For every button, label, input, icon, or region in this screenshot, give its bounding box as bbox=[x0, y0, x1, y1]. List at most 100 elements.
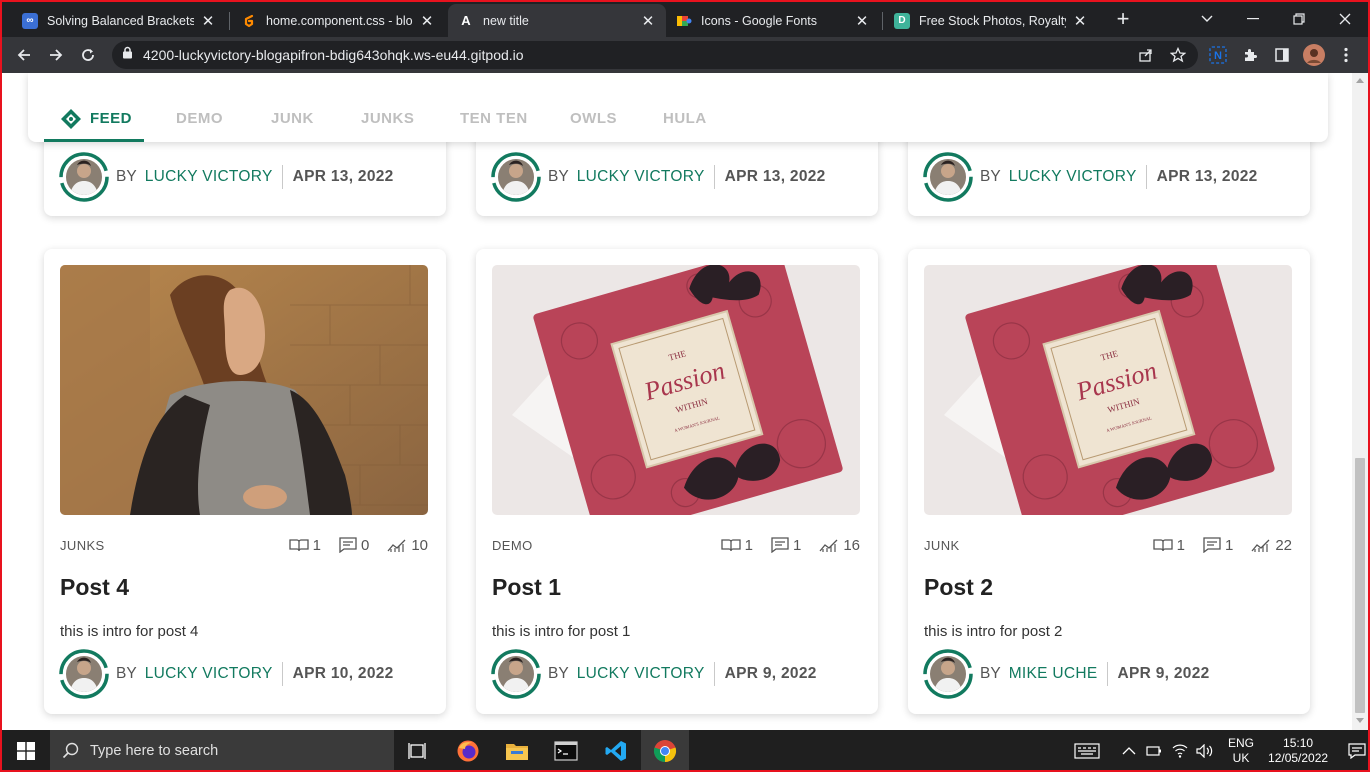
tab-ten-ten[interactable]: TEN TEN bbox=[460, 102, 528, 142]
vscode-icon[interactable] bbox=[592, 730, 640, 772]
clock-time: 15:10 bbox=[1283, 736, 1314, 750]
language-indicator[interactable]: ENG UK bbox=[1228, 736, 1254, 766]
post-image[interactable]: THE Passion WITHIN A WOMAN'S JOURNAL bbox=[492, 265, 860, 515]
browser-tab-active[interactable]: A new title ✕ bbox=[448, 4, 666, 37]
views-count: 10 bbox=[411, 536, 428, 554]
tab-junks[interactable]: JUNKS bbox=[361, 102, 414, 142]
author-avatar bbox=[490, 648, 542, 700]
author-name[interactable]: MIKE UCHE bbox=[1009, 665, 1098, 683]
post-title[interactable]: Post 2 bbox=[924, 574, 993, 601]
post-category[interactable]: DEMO bbox=[492, 538, 703, 553]
author-name[interactable]: LUCKY VICTORY bbox=[145, 665, 273, 683]
file-explorer-icon[interactable] bbox=[493, 730, 541, 772]
scrollbar-thumb[interactable] bbox=[1355, 458, 1365, 713]
scroll-up-arrow-icon[interactable] bbox=[1356, 78, 1364, 83]
author-name[interactable]: LUCKY VICTORY bbox=[577, 665, 705, 683]
journal-photo: THEPassionWITHINA WOMAN'S JOURNAL bbox=[924, 265, 1292, 515]
minimize-button[interactable] bbox=[1230, 0, 1276, 37]
woman-photo bbox=[60, 265, 428, 515]
post-category[interactable]: JUNK bbox=[924, 538, 1135, 553]
post-intro: this is intro for post 2 bbox=[924, 623, 1063, 640]
url-text: 4200-luckyvictory-blogapifron-bdig643ohq… bbox=[143, 47, 524, 63]
share-icon[interactable] bbox=[1134, 43, 1158, 67]
tab-label: DEMO bbox=[176, 110, 223, 127]
reload-icon[interactable] bbox=[74, 41, 102, 69]
author-avatar bbox=[490, 151, 542, 203]
search-icon bbox=[62, 742, 79, 759]
reads-count: 1 bbox=[744, 536, 753, 554]
new-tab-button[interactable]: + bbox=[1112, 6, 1134, 32]
infinity-icon: ∞ bbox=[22, 12, 38, 29]
pexels-icon: D bbox=[894, 12, 910, 29]
clock[interactable]: 15:10 12/05/2022 bbox=[1268, 736, 1328, 766]
notifications-icon[interactable] bbox=[1348, 743, 1366, 759]
tab-label: OWLS bbox=[570, 110, 617, 127]
by-label: BY bbox=[116, 168, 137, 185]
windows-taskbar: Type here to search ENG UK 15:10 12/05/2… bbox=[0, 730, 1370, 772]
battery-icon[interactable] bbox=[1146, 745, 1162, 757]
extension-n-icon[interactable]: N bbox=[1206, 43, 1230, 67]
author-name[interactable]: LUCKY VICTORY bbox=[577, 168, 705, 186]
author-name[interactable]: LUCKY VICTORY bbox=[145, 168, 273, 186]
tab-owls[interactable]: OWLS bbox=[570, 102, 617, 142]
views-stat: 16 bbox=[819, 537, 860, 554]
forward-arrow-icon[interactable] bbox=[42, 41, 70, 69]
windows-start-icon[interactable] bbox=[2, 730, 50, 772]
views-count: 16 bbox=[843, 536, 860, 554]
close-icon[interactable]: ✕ bbox=[419, 12, 435, 30]
tab-junk[interactable]: JUNK bbox=[271, 102, 314, 142]
tab-title: home.component.css - blog- bbox=[266, 13, 413, 28]
browser-tab[interactable]: Icons - Google Fonts ✕ bbox=[666, 4, 880, 37]
chrome-icon[interactable] bbox=[641, 730, 689, 772]
tab-hula[interactable]: HULA bbox=[663, 102, 707, 142]
wifi-icon[interactable] bbox=[1172, 744, 1188, 758]
post-category[interactable]: JUNKS bbox=[60, 538, 271, 553]
post-card[interactable]: THE Passion WITHIN A WOMAN'S JOURNAL DEMO 1… bbox=[476, 249, 878, 714]
post-title[interactable]: Post 1 bbox=[492, 574, 561, 601]
task-view-icon[interactable] bbox=[394, 730, 442, 772]
comments-stat: 1 bbox=[771, 537, 801, 554]
post-image[interactable] bbox=[60, 265, 428, 515]
close-icon[interactable]: ✕ bbox=[200, 12, 216, 30]
profile-avatar[interactable] bbox=[1302, 43, 1326, 67]
extensions-puzzle-icon[interactable] bbox=[1238, 43, 1262, 67]
terminal-icon[interactable] bbox=[542, 730, 590, 772]
restore-button[interactable] bbox=[1276, 0, 1322, 37]
close-window-button[interactable] bbox=[1322, 0, 1368, 37]
close-icon[interactable]: ✕ bbox=[640, 12, 656, 30]
menu-kebab-icon[interactable] bbox=[1334, 43, 1358, 67]
side-panel-icon[interactable] bbox=[1270, 43, 1294, 67]
back-arrow-icon[interactable] bbox=[10, 41, 38, 69]
post-date: APR 9, 2022 bbox=[1117, 665, 1210, 682]
volume-icon[interactable] bbox=[1196, 744, 1214, 758]
gitpod-icon bbox=[241, 13, 257, 29]
system-tray: ENG UK 15:10 12/05/2022 bbox=[1074, 730, 1366, 772]
author-row: BY LUCKY VICTORY APR 9, 2022 bbox=[490, 646, 817, 702]
author-name[interactable]: LUCKY VICTORY bbox=[1009, 168, 1137, 186]
browser-tab[interactable]: home.component.css - blog- ✕ bbox=[231, 4, 445, 37]
post-card[interactable]: JUNKS 1 0 10 Post 4 this is intro for po… bbox=[44, 249, 446, 714]
post-card[interactable]: THE Passion WITHIN A WOMAN'S JOURNAL JUNK 1… bbox=[908, 249, 1310, 714]
close-icon[interactable]: ✕ bbox=[1072, 12, 1088, 30]
browser-tab[interactable]: ∞ Solving Balanced Brackets in ✕ bbox=[12, 4, 226, 37]
browser-tab[interactable]: D Free Stock Photos, Royalty Fr ✕ bbox=[884, 4, 1098, 37]
address-bar[interactable]: 4200-luckyvictory-blogapifron-bdig643ohq… bbox=[112, 41, 1198, 69]
firefox-icon[interactable] bbox=[444, 730, 492, 772]
chevron-up-icon[interactable] bbox=[1122, 746, 1136, 756]
tab-search-button[interactable] bbox=[1184, 0, 1230, 37]
tab-feed[interactable]: FEED bbox=[44, 102, 144, 142]
bookmark-star-icon[interactable] bbox=[1166, 43, 1190, 67]
taskbar-search[interactable]: Type here to search bbox=[50, 730, 394, 772]
post-meta: JUNK 1 1 22 bbox=[924, 535, 1292, 555]
post-title[interactable]: Post 4 bbox=[60, 574, 129, 601]
page-scrollbar[interactable] bbox=[1352, 73, 1368, 730]
tab-demo[interactable]: DEMO bbox=[176, 102, 223, 142]
views-count: 22 bbox=[1275, 536, 1292, 554]
keyboard-icon[interactable] bbox=[1074, 743, 1100, 759]
lang-region: UK bbox=[1232, 751, 1250, 765]
reads-stat: 1 bbox=[1152, 537, 1185, 554]
close-icon[interactable]: ✕ bbox=[854, 12, 870, 30]
scroll-down-arrow-icon[interactable] bbox=[1356, 718, 1364, 723]
post-image[interactable]: THE Passion WITHIN A WOMAN'S JOURNAL bbox=[924, 265, 1292, 515]
by-label: BY bbox=[980, 665, 1001, 682]
